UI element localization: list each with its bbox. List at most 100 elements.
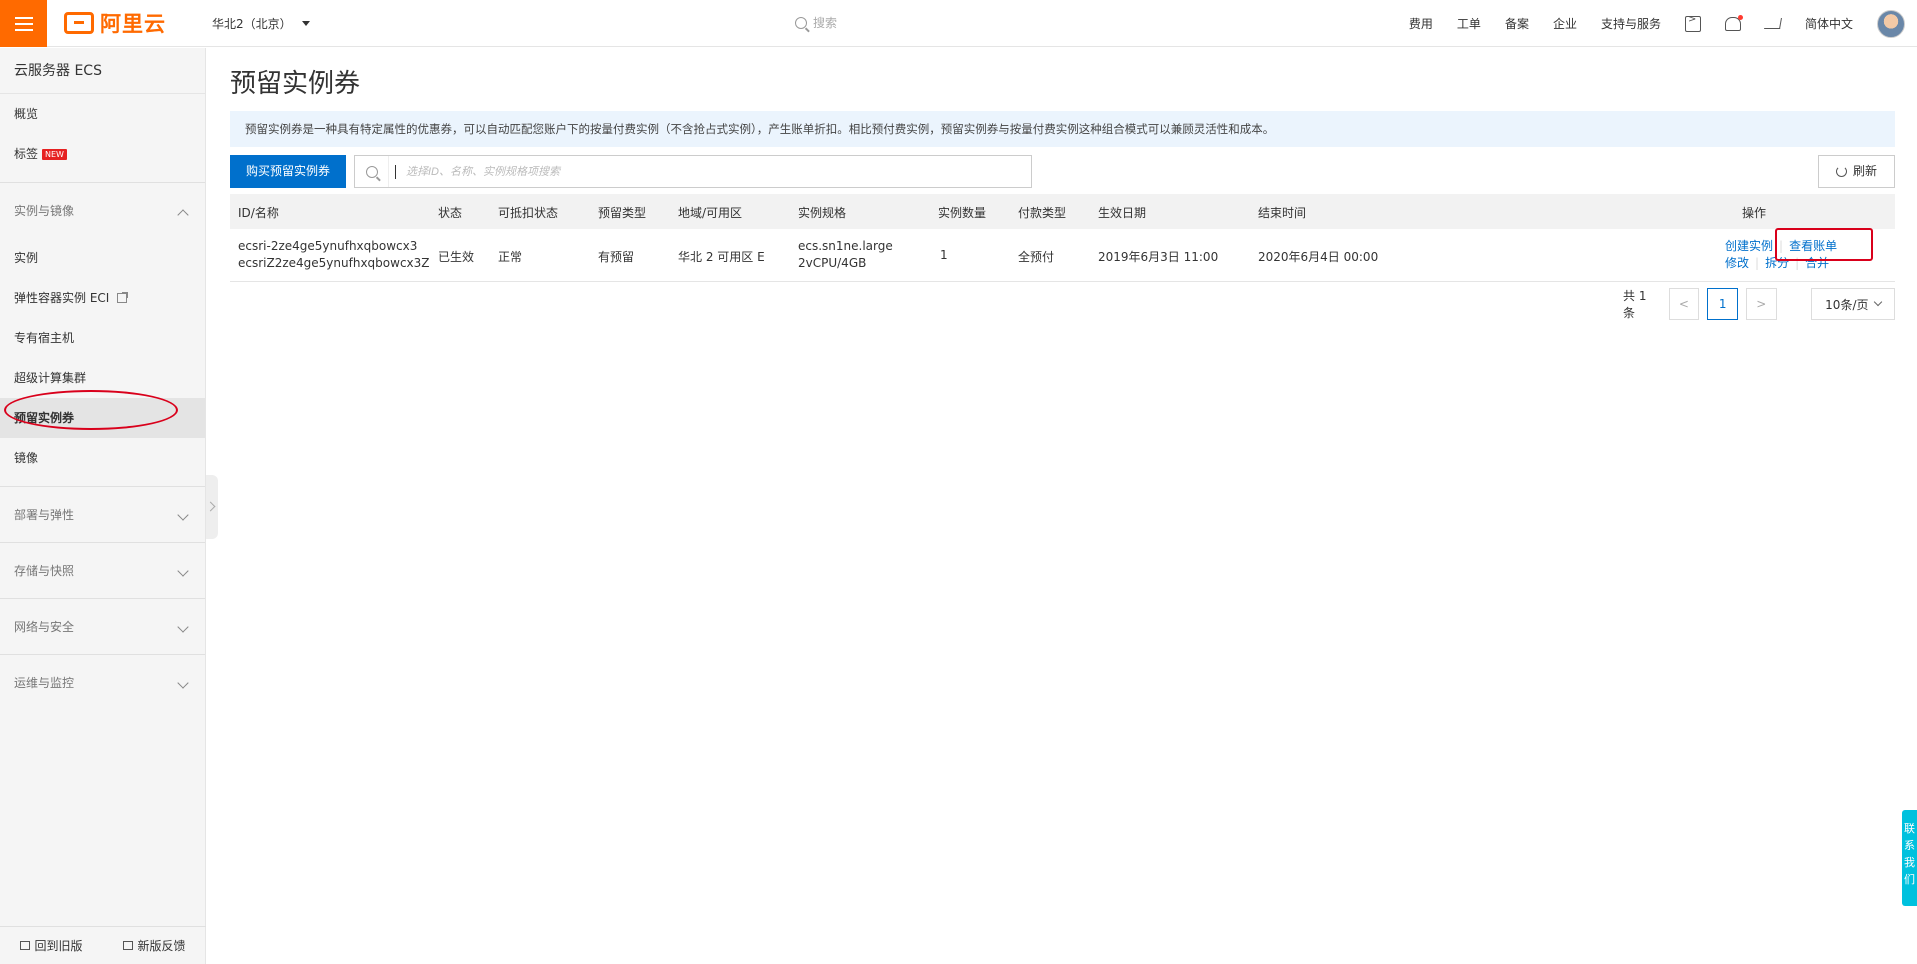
sidebar-item-label: 镜像	[14, 451, 39, 465]
page-1-button[interactable]: 1	[1707, 288, 1738, 320]
instance-name: ecsriZ2ze4ge5ynufhxqbowcx3Z	[238, 256, 430, 270]
search-input[interactable]	[396, 156, 1031, 187]
top-navigation-bar: 阿里云 华北2（北京） 搜索 费用 工单 备案 企业 支持与服务 简体中文	[0, 0, 1917, 47]
nav-enterprise[interactable]: 企业	[1553, 15, 1577, 32]
search-field[interactable]	[354, 155, 1032, 188]
search-icon	[355, 156, 389, 187]
page-size-select[interactable]: 10条/页	[1810, 288, 1895, 320]
caret-down-icon	[301, 21, 310, 26]
sidebar-collapse-handle[interactable]	[206, 475, 218, 539]
nav-icp[interactable]: 备案	[1505, 15, 1529, 32]
comment-icon	[123, 941, 134, 950]
cell-zone: 华北 2 可用区 E	[678, 250, 765, 264]
logo-icon	[64, 12, 94, 34]
feedback-label: 新版反馈	[137, 939, 186, 953]
refresh-label: 刷新	[1852, 164, 1877, 178]
col-actions: 操作	[1742, 206, 1767, 220]
sidebar-group-label: 存储与快照	[14, 564, 75, 578]
create-instance-link[interactable]: 创建实例	[1725, 239, 1773, 253]
instance-id[interactable]: ecsri-2ze4ge5ynufhxqbowcx3	[238, 238, 430, 255]
cart-icon[interactable]	[1764, 18, 1782, 29]
total-count: 共 1 条	[1623, 289, 1647, 320]
feedback-button[interactable]: 新版反馈	[123, 937, 186, 954]
buy-reserved-instance-button[interactable]: 购买预留实例券	[230, 155, 346, 188]
sidebar-group-deployment[interactable]: 部署与弹性	[0, 486, 205, 542]
chevron-down-icon	[1873, 297, 1882, 307]
bell-icon[interactable]	[1724, 14, 1743, 31]
sidebar-group-instances[interactable]: 实例与镜像	[0, 182, 205, 238]
sidebar-item-label: 概览	[14, 107, 39, 121]
region-label: 华北2（北京）	[212, 17, 292, 31]
new-badge: NEW	[42, 148, 67, 160]
cell-pay-type: 全预付	[1018, 250, 1055, 264]
prev-page-button[interactable]: <	[1668, 288, 1700, 320]
sidebar-item-eci[interactable]: 弹性容器实例 ECI	[0, 278, 205, 318]
spec-type: ecs.sn1ne.large	[798, 239, 893, 253]
pagination: 共 1 条 < 1 > 10条/页	[1623, 288, 1895, 320]
nav-support[interactable]: 支持与服务	[1601, 15, 1661, 32]
chevron-down-icon	[177, 565, 189, 577]
nav-fees[interactable]: 费用	[1409, 15, 1433, 32]
col-id-name: ID/名称	[238, 206, 279, 220]
logo-text: 阿里云	[100, 12, 166, 36]
col-count: 实例数量	[938, 206, 987, 220]
region-selector[interactable]: 华北2（北京）	[212, 15, 310, 32]
page-title: 预留实例券	[230, 69, 361, 99]
col-spec: 实例规格	[798, 206, 847, 220]
avatar[interactable]	[1877, 9, 1905, 38]
aliyun-logo[interactable]: 阿里云	[64, 10, 166, 36]
chevron-up-icon	[177, 209, 189, 221]
sidebar: 云服务器 ECS 概览 标签 NEW 实例与镜像 实例 弹性容器实例 ECI 专…	[0, 48, 206, 964]
cell-deduct-status: 正常	[498, 250, 523, 264]
col-end-time: 结束时间	[1258, 206, 1307, 220]
language-switch[interactable]: 简体中文	[1805, 15, 1853, 32]
search-icon	[795, 16, 807, 29]
sidebar-item-label: 实例	[14, 251, 39, 265]
sidebar-group-label: 实例与镜像	[14, 204, 75, 218]
notification-dot	[1737, 14, 1743, 20]
cell-spec: ecs.sn1ne.large 2vCPU/4GB	[798, 238, 893, 272]
top-nav-links: 费用 工单 备案 企业 支持与服务 简体中文	[1409, 0, 1917, 47]
sidebar-item-tags[interactable]: 标签 NEW	[0, 134, 205, 174]
global-search[interactable]: 搜索	[795, 14, 837, 31]
sidebar-group-storage[interactable]: 存储与快照	[0, 542, 205, 598]
sidebar-item-images[interactable]: 镜像	[0, 438, 205, 478]
next-page-button[interactable]: >	[1745, 288, 1777, 320]
cell-reserve-type: 有预留	[598, 250, 635, 264]
contact-us-tab[interactable]: 联系我们	[1902, 810, 1917, 906]
sidebar-footer: 回到旧版 新版反馈	[0, 926, 206, 964]
table-header: ID/名称 状态 可抵扣状态 预留类型 地域/可用区 实例规格 实例数量 付款类…	[230, 194, 1895, 229]
col-status: 状态	[438, 206, 463, 220]
sidebar-group-label: 网络与安全	[14, 620, 75, 634]
external-link-icon	[117, 292, 129, 303]
chevron-down-icon	[177, 677, 189, 689]
sidebar-group-label: 部署与弹性	[14, 508, 75, 522]
refresh-button[interactable]: 刷新	[1818, 155, 1895, 188]
page-size-label: 10条/页	[1825, 297, 1869, 312]
cell-id-name: ecsri-2ze4ge5ynufhxqbowcx3 ecsriZ2ze4ge5…	[238, 238, 430, 272]
sidebar-group-ops[interactable]: 运维与监控	[0, 654, 205, 710]
back-to-old-version-button[interactable]: 回到旧版	[20, 937, 83, 954]
modify-link[interactable]: 修改	[1725, 256, 1749, 270]
sidebar-title: 云服务器 ECS	[0, 48, 205, 94]
chevron-down-icon	[177, 509, 189, 521]
sidebar-item-label: 专有宿主机	[14, 331, 75, 345]
col-zone: 地域/可用区	[678, 206, 743, 220]
annotation-highlight-rect	[1775, 228, 1873, 261]
terminal-icon[interactable]	[1684, 14, 1701, 32]
table-row: ecsri-2ze4ge5ynufhxqbowcx3 ecsriZ2ze4ge5…	[230, 229, 1895, 282]
menu-icon[interactable]	[0, 0, 47, 47]
sidebar-item-label: 弹性容器实例 ECI	[14, 291, 110, 305]
sidebar-item-overview[interactable]: 概览	[0, 94, 205, 134]
cell-count: 1	[940, 248, 948, 262]
sidebar-item-label: 标签	[14, 147, 39, 161]
col-deduct-status: 可抵扣状态	[498, 206, 559, 220]
global-search-placeholder: 搜索	[813, 16, 838, 30]
cell-start-date: 2019年6月3日 11:00	[1098, 250, 1219, 264]
action-separator: |	[1755, 256, 1760, 270]
annotation-highlight-oval	[4, 390, 178, 430]
sidebar-item-instances[interactable]: 实例	[0, 238, 205, 278]
sidebar-item-dedicated-host[interactable]: 专有宿主机	[0, 318, 205, 358]
sidebar-group-network[interactable]: 网络与安全	[0, 598, 205, 654]
nav-ticket[interactable]: 工单	[1457, 15, 1481, 32]
